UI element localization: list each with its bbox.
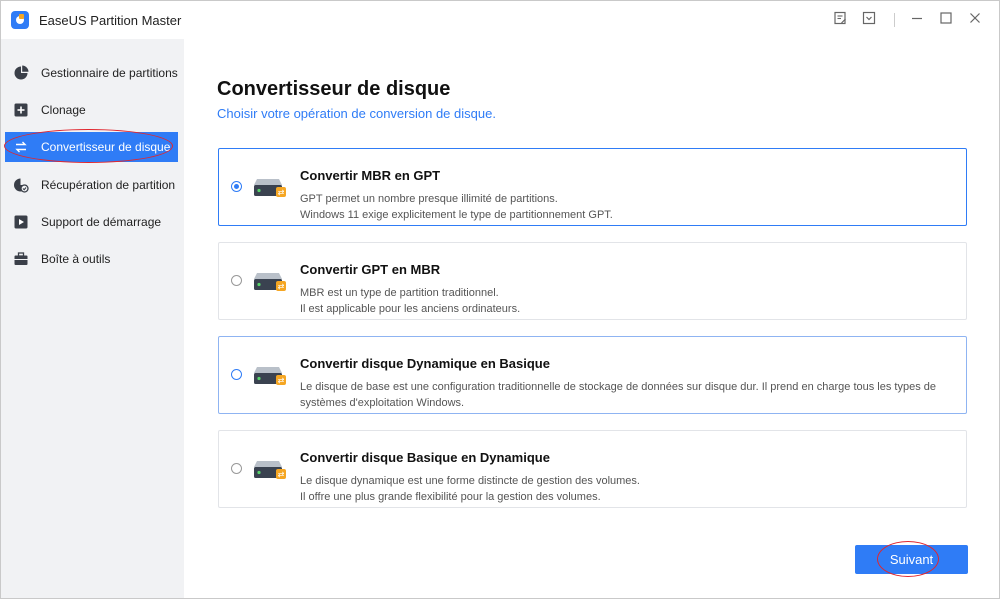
hard-disk-icon: ⇄ [253, 459, 287, 481]
hard-disk-icon: ⇄ [253, 365, 287, 387]
option-description-line: Windows 11 exige explicitement le type d… [300, 209, 613, 221]
option-description-line: systèmes d'exploitation Windows. [300, 397, 465, 409]
menu-icon[interactable] [860, 11, 878, 29]
app-window: EaseUS Partition Master Gestionnaire de … [0, 0, 1000, 599]
sidebar-item-partition-manager[interactable]: Gestionnaire de partitions [5, 58, 178, 88]
svg-text:⇄: ⇄ [278, 376, 285, 385]
sidebar-item-toolbox[interactable]: Boîte à outils [5, 244, 178, 274]
option-description-line: Le disque dynamique est une forme distin… [300, 475, 640, 487]
option-description-line: MBR est un type de partition traditionne… [300, 287, 499, 299]
option-gpt-to-mbr[interactable]: ⇄ Convertir GPT en MBR MBR est un type d… [218, 242, 967, 320]
app-title: EaseUS Partition Master [39, 13, 182, 28]
maximize-icon[interactable] [937, 11, 955, 29]
sidebar-item-disk-converter[interactable]: Convertisseur de disque [5, 132, 178, 162]
option-title: Convertir MBR en GPT [300, 168, 441, 183]
main-panel: Convertisseur de disque Choisir votre op… [184, 39, 999, 598]
sidebar-item-label: Support de démarrage [41, 215, 162, 229]
radio-button[interactable] [231, 181, 242, 192]
option-title: Convertir disque Dynamique en Basique [300, 356, 550, 371]
page-title: Convertisseur de disque [217, 78, 451, 100]
minimize-icon[interactable] [908, 11, 926, 29]
hard-disk-icon: ⇄ [253, 177, 287, 199]
sidebar-item-label: Gestionnaire de partitions [41, 66, 178, 80]
option-description-line: Il est applicable pour les anciens ordin… [300, 303, 521, 315]
bootable-media-icon [13, 214, 29, 230]
sidebar-item-label: Convertisseur de disque [41, 140, 171, 154]
radio-button[interactable] [231, 463, 242, 474]
convert-icon [13, 139, 29, 155]
close-icon[interactable] [966, 11, 984, 29]
title-bar: EaseUS Partition Master [1, 1, 999, 39]
next-button[interactable]: Suivant [855, 545, 968, 574]
option-description-line: Il offre une plus grande flexibilité pou… [300, 491, 601, 503]
option-description: MBR est un type de partition traditionne… [300, 285, 960, 317]
option-title: Convertir GPT en MBR [300, 262, 441, 277]
feedback-icon[interactable] [831, 11, 849, 29]
option-description: Le disque dynamique est une forme distin… [300, 473, 960, 505]
svg-text:⇄: ⇄ [278, 282, 285, 291]
option-description: Le disque de base est une configuration … [300, 379, 960, 411]
sidebar-item-partition-recovery[interactable]: Récupération de partition [5, 170, 178, 200]
hard-disk-icon: ⇄ [253, 271, 287, 293]
radio-button[interactable] [231, 275, 242, 286]
sidebar-item-label: Boîte à outils [41, 252, 111, 266]
clone-icon [13, 102, 29, 118]
option-basic-to-dynamic[interactable]: ⇄ Convertir disque Basique en Dynamique … [218, 430, 967, 508]
svg-text:⇄: ⇄ [278, 470, 285, 479]
option-mbr-to-gpt[interactable]: ⇄ Convertir MBR en GPT GPT permet un nom… [218, 148, 967, 226]
partition-recovery-icon [13, 177, 29, 193]
option-description: GPT permet un nombre presque illimité de… [300, 191, 960, 223]
toolbox-icon [13, 251, 29, 267]
option-dynamic-to-basic[interactable]: ⇄ Convertir disque Dynamique en Basique … [218, 336, 967, 414]
sidebar-item-clone[interactable]: Clonage [5, 95, 178, 125]
option-description-line: GPT permet un nombre presque illimité de… [300, 193, 558, 205]
app-logo-icon [11, 11, 29, 29]
radio-button[interactable] [231, 369, 242, 380]
option-description-line: Le disque de base est une configuration … [300, 381, 936, 393]
sidebar-item-label: Clonage [41, 103, 86, 117]
option-title: Convertir disque Basique en Dynamique [300, 450, 550, 465]
svg-text:⇄: ⇄ [278, 188, 285, 197]
page-subtitle: Choisir votre opération de conversion de… [217, 106, 496, 121]
title-bar-divider [894, 13, 895, 27]
sidebar-item-label: Récupération de partition [41, 178, 176, 192]
sidebar: Gestionnaire de partitions Clonage Conve… [1, 39, 184, 598]
sidebar-item-bootable-media[interactable]: Support de démarrage [5, 207, 178, 237]
pie-chart-icon [13, 65, 29, 81]
